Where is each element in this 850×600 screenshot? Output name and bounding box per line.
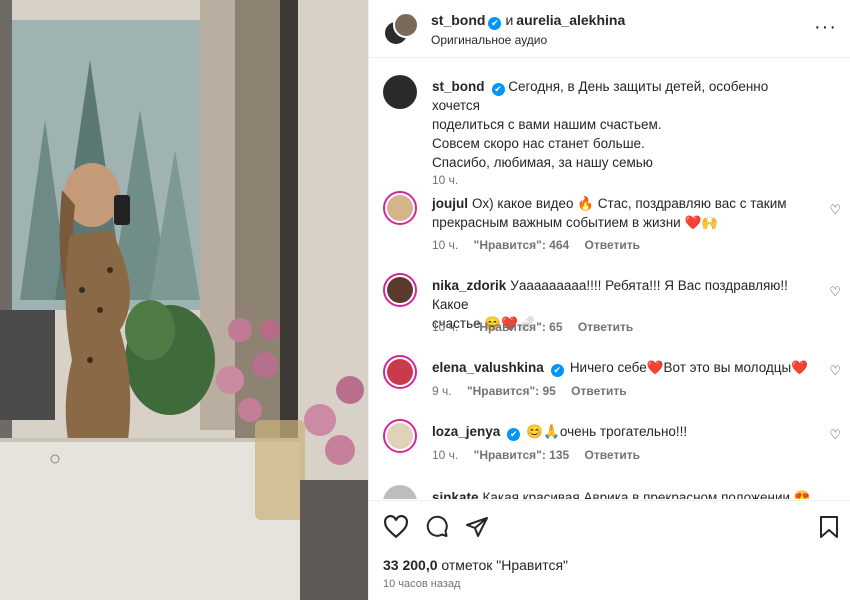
comment-text: elena_valushkina ✔ Ничего себе❤️Вот это вы… bbox=[432, 358, 817, 377]
avatar[interactable] bbox=[383, 355, 417, 389]
reply-button[interactable]: Ответить bbox=[585, 238, 640, 252]
comment-text: sinkate Какая красивая Аврика в прекрасно… bbox=[432, 488, 817, 499]
comment-line: Ничего себе❤️Вот это вы молодцы❤️ bbox=[569, 360, 809, 375]
comment-likes[interactable]: "Нравится": 95 bbox=[467, 384, 556, 398]
avatar[interactable] bbox=[383, 419, 417, 453]
comment-bubble-icon[interactable] bbox=[425, 515, 449, 542]
comment-meta: 9 ч. "Нравится": 95 Ответить bbox=[432, 384, 639, 398]
timestamp: 10 ч. bbox=[432, 173, 459, 187]
caption-time: 10 ч. bbox=[432, 173, 470, 187]
comment-username[interactable]: joujul bbox=[432, 196, 468, 211]
post-panel: st_bond ✔ и aurelia_alekhina Оригинальное а… bbox=[368, 0, 850, 600]
verified-badge-icon: ✔ bbox=[491, 83, 505, 96]
verified-badge-icon: ✔ bbox=[507, 428, 521, 441]
like-comment-heart-icon[interactable]: ♡ bbox=[829, 363, 841, 379]
post-media[interactable] bbox=[0, 0, 368, 600]
avatar[interactable] bbox=[383, 485, 417, 499]
likes-label: отметок "Нравится" bbox=[441, 557, 568, 573]
action-icons bbox=[383, 514, 501, 542]
comment-username[interactable]: st_bond bbox=[432, 79, 485, 94]
collab-names: st_bond ✔ и aurelia_alekhina bbox=[431, 12, 625, 30]
like-heart-icon[interactable] bbox=[383, 514, 409, 542]
likes-count[interactable]: 33 200,0 отметок "Нравится" bbox=[383, 557, 568, 573]
comment-likes[interactable]: "Нравится": 135 bbox=[474, 448, 570, 462]
collab-avatars[interactable] bbox=[383, 12, 419, 46]
avatar[interactable] bbox=[383, 273, 417, 307]
comment-likes[interactable]: "Нравится": 65 bbox=[474, 320, 563, 334]
comment-line: прекрасным важным событием в жизни ❤️🙌 bbox=[432, 215, 719, 230]
timestamp: 10 ч. bbox=[432, 448, 459, 462]
like-comment-heart-icon[interactable]: ♡ bbox=[829, 202, 841, 218]
avatar bbox=[393, 12, 419, 38]
verified-badge-icon: ✔ bbox=[488, 17, 502, 30]
comments-list[interactable]: st_bond ✔ Сегодня, в День защиты детей, о… bbox=[369, 59, 850, 499]
comment-text: loza_jenya ✔ 😊🙏очень трогательно!!! bbox=[432, 422, 817, 441]
comment-username[interactable]: elena_valushkina bbox=[432, 360, 544, 375]
verified-badge-icon: ✔ bbox=[550, 364, 564, 377]
comment-meta: 10 ч. "Нравится": 464 Ответить bbox=[432, 238, 652, 252]
likes-number: 33 200,0 bbox=[383, 557, 438, 573]
more-options-button[interactable]: ··· bbox=[814, 16, 837, 39]
caption-line: Спасибо, любимая, за нашу семью bbox=[432, 155, 653, 170]
save-bookmark-icon[interactable] bbox=[819, 515, 839, 542]
comment-meta: 10 ч. "Нравится": 135 Ответить bbox=[432, 448, 652, 462]
comment-line: Какая красивая Аврика в прекрасном полож… bbox=[482, 490, 811, 499]
reply-button[interactable]: Ответить bbox=[578, 320, 633, 334]
like-comment-heart-icon[interactable]: ♡ bbox=[829, 427, 841, 443]
comment-username[interactable]: nika_zdorik bbox=[432, 278, 506, 293]
avatar[interactable] bbox=[383, 191, 417, 225]
post-actions: 33 200,0 отметок "Нравится" 10 часов наз… bbox=[369, 500, 850, 600]
like-comment-heart-icon[interactable]: ♡ bbox=[829, 284, 841, 300]
post-image bbox=[0, 0, 368, 600]
comment-likes[interactable]: "Нравится": 464 bbox=[474, 238, 570, 252]
comment-line: Ох) какое видео 🔥 Стас, поздравляю вас с… bbox=[472, 196, 787, 211]
audio-link[interactable]: Оригинальное аудио bbox=[431, 33, 547, 47]
reply-button[interactable]: Ответить bbox=[571, 384, 626, 398]
post-header: st_bond ✔ и aurelia_alekhina Оригинальное а… bbox=[369, 0, 850, 58]
author-username[interactable]: st_bond bbox=[431, 12, 485, 28]
conjunction: и bbox=[505, 12, 514, 28]
coauthor-username[interactable]: aurelia_alekhina bbox=[516, 12, 625, 28]
comment-text: joujul Ох) какое видео 🔥 Стас, поздравляю… bbox=[432, 194, 817, 232]
timestamp: 10 ч. bbox=[432, 238, 459, 252]
caption-line: поделиться с вами нашим счастьем. bbox=[432, 117, 662, 132]
timestamp: 10 ч. bbox=[432, 320, 459, 334]
comment-line: 😊🙏очень трогательно!!! bbox=[526, 424, 688, 439]
post-time: 10 часов назад bbox=[383, 578, 461, 590]
caption-line: Совсем скоро нас станет больше. bbox=[432, 136, 645, 151]
comment-username[interactable]: loza_jenya bbox=[432, 424, 500, 439]
avatar[interactable] bbox=[383, 75, 417, 109]
comment-meta: 10 ч. "Нравится": 65 Ответить bbox=[432, 320, 645, 334]
share-paper-plane-icon[interactable] bbox=[465, 515, 489, 542]
caption-text: st_bond ✔ Сегодня, в День защиты детей, о… bbox=[432, 77, 817, 172]
comment-username[interactable]: sinkate bbox=[432, 490, 479, 499]
reply-button[interactable]: Ответить bbox=[585, 448, 640, 462]
timestamp: 9 ч. bbox=[432, 384, 452, 398]
